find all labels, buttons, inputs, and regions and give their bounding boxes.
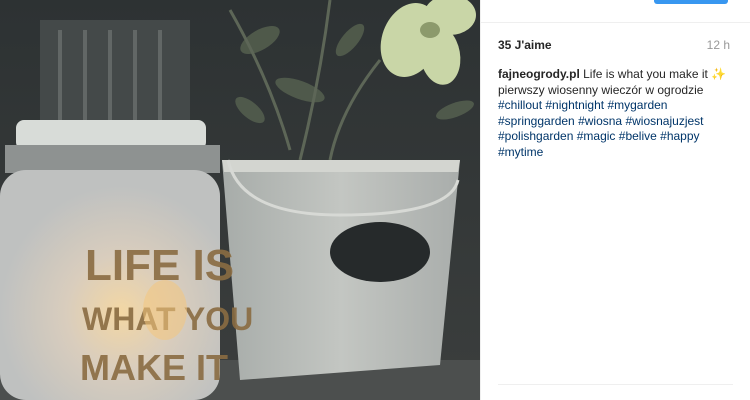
- lantern-text-line-3: MAKE IT: [80, 347, 228, 388]
- caption-text-line-2: pierwszy wiosenny wieczór w ogrodzie: [498, 82, 704, 97]
- post-sidebar: 35 J'aime 12 h fajneogrody.pl Life is wh…: [480, 0, 750, 400]
- photo-illustration: LIFE IS WHAT YOU MAKE IT: [0, 0, 480, 400]
- post-time[interactable]: 12 h: [707, 38, 730, 52]
- hashtag-springgarden[interactable]: #springgarden: [498, 114, 575, 128]
- hashtag-wiosnajuzjest[interactable]: #wiosnajuzjest: [625, 114, 703, 128]
- likes-count[interactable]: 35 J'aime: [498, 38, 552, 52]
- hashtag-belive[interactable]: #belive: [619, 129, 657, 143]
- hashtag-mytime[interactable]: #mytime: [498, 145, 543, 159]
- hashtag-magic[interactable]: #magic: [577, 129, 616, 143]
- hashtag-polishgarden[interactable]: #polishgarden: [498, 129, 573, 143]
- hashtag-mygarden[interactable]: #mygarden: [607, 98, 667, 112]
- comments-divider: [498, 384, 733, 385]
- post-header: [481, 0, 750, 23]
- hashtag-wiosna[interactable]: #wiosna: [578, 114, 622, 128]
- follow-button[interactable]: [654, 0, 728, 4]
- post-caption: fajneogrody.pl Life is what you make it …: [498, 67, 738, 160]
- post-photo[interactable]: LIFE IS WHAT YOU MAKE IT: [0, 0, 480, 400]
- hashtag-nightnight[interactable]: #nightnight: [545, 98, 604, 112]
- caption-text-line-1: Life is what you make it: [583, 67, 708, 81]
- hashtag-chillout[interactable]: #chillout: [498, 98, 542, 112]
- sparkle-emoji: ✨: [711, 67, 727, 81]
- caption-username[interactable]: fajneogrody.pl: [498, 67, 580, 81]
- hashtag-happy[interactable]: #happy: [660, 129, 699, 143]
